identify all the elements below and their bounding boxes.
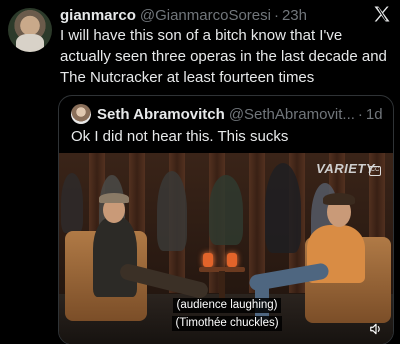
quote-author-handle[interactable]: @SethAbramovit...	[229, 106, 355, 123]
tweet-timestamp[interactable]: 23h	[282, 7, 307, 24]
quote-author-name[interactable]: Seth Abramovitch	[97, 106, 225, 123]
guest-left	[93, 217, 137, 297]
subtitle-line: (Timothée chuckles)	[172, 316, 282, 331]
quote-text: Ok I did not hear this. This sucks	[71, 128, 289, 145]
subtitle-line: (audience laughing)	[173, 298, 281, 313]
speaker-icon[interactable]	[369, 322, 383, 336]
tweet-header: gianmarco @GianmarcoSoresi · 23h	[60, 6, 392, 24]
tweet-text: I will have this son of a bitch know tha…	[60, 27, 387, 86]
quoted-tweet[interactable]: Seth Abramovitch @SethAbramovit... · 1d …	[58, 95, 394, 344]
author-handle[interactable]: @GianmarcoSoresi	[140, 7, 271, 24]
captions-icon[interactable]: CC	[369, 166, 381, 176]
quote-author-avatar[interactable]	[71, 104, 91, 124]
author-name[interactable]: gianmarco	[60, 7, 136, 24]
video-player[interactable]: VARIETY CC (audience laughing) (Timothée…	[59, 153, 393, 344]
quote-separator-dot: ·	[357, 105, 363, 123]
quote-header: Seth Abramovitch @SethAbramovit... · 1d	[71, 104, 383, 124]
author-avatar[interactable]	[8, 8, 52, 52]
quote-timestamp[interactable]: 1d	[366, 106, 383, 123]
variety-watermark: VARIETY	[316, 161, 375, 176]
video-subtitles: (audience laughing) (Timothée chuckles)	[59, 295, 393, 331]
x-logo-icon[interactable]	[372, 4, 392, 24]
separator-dot: ·	[273, 6, 279, 24]
